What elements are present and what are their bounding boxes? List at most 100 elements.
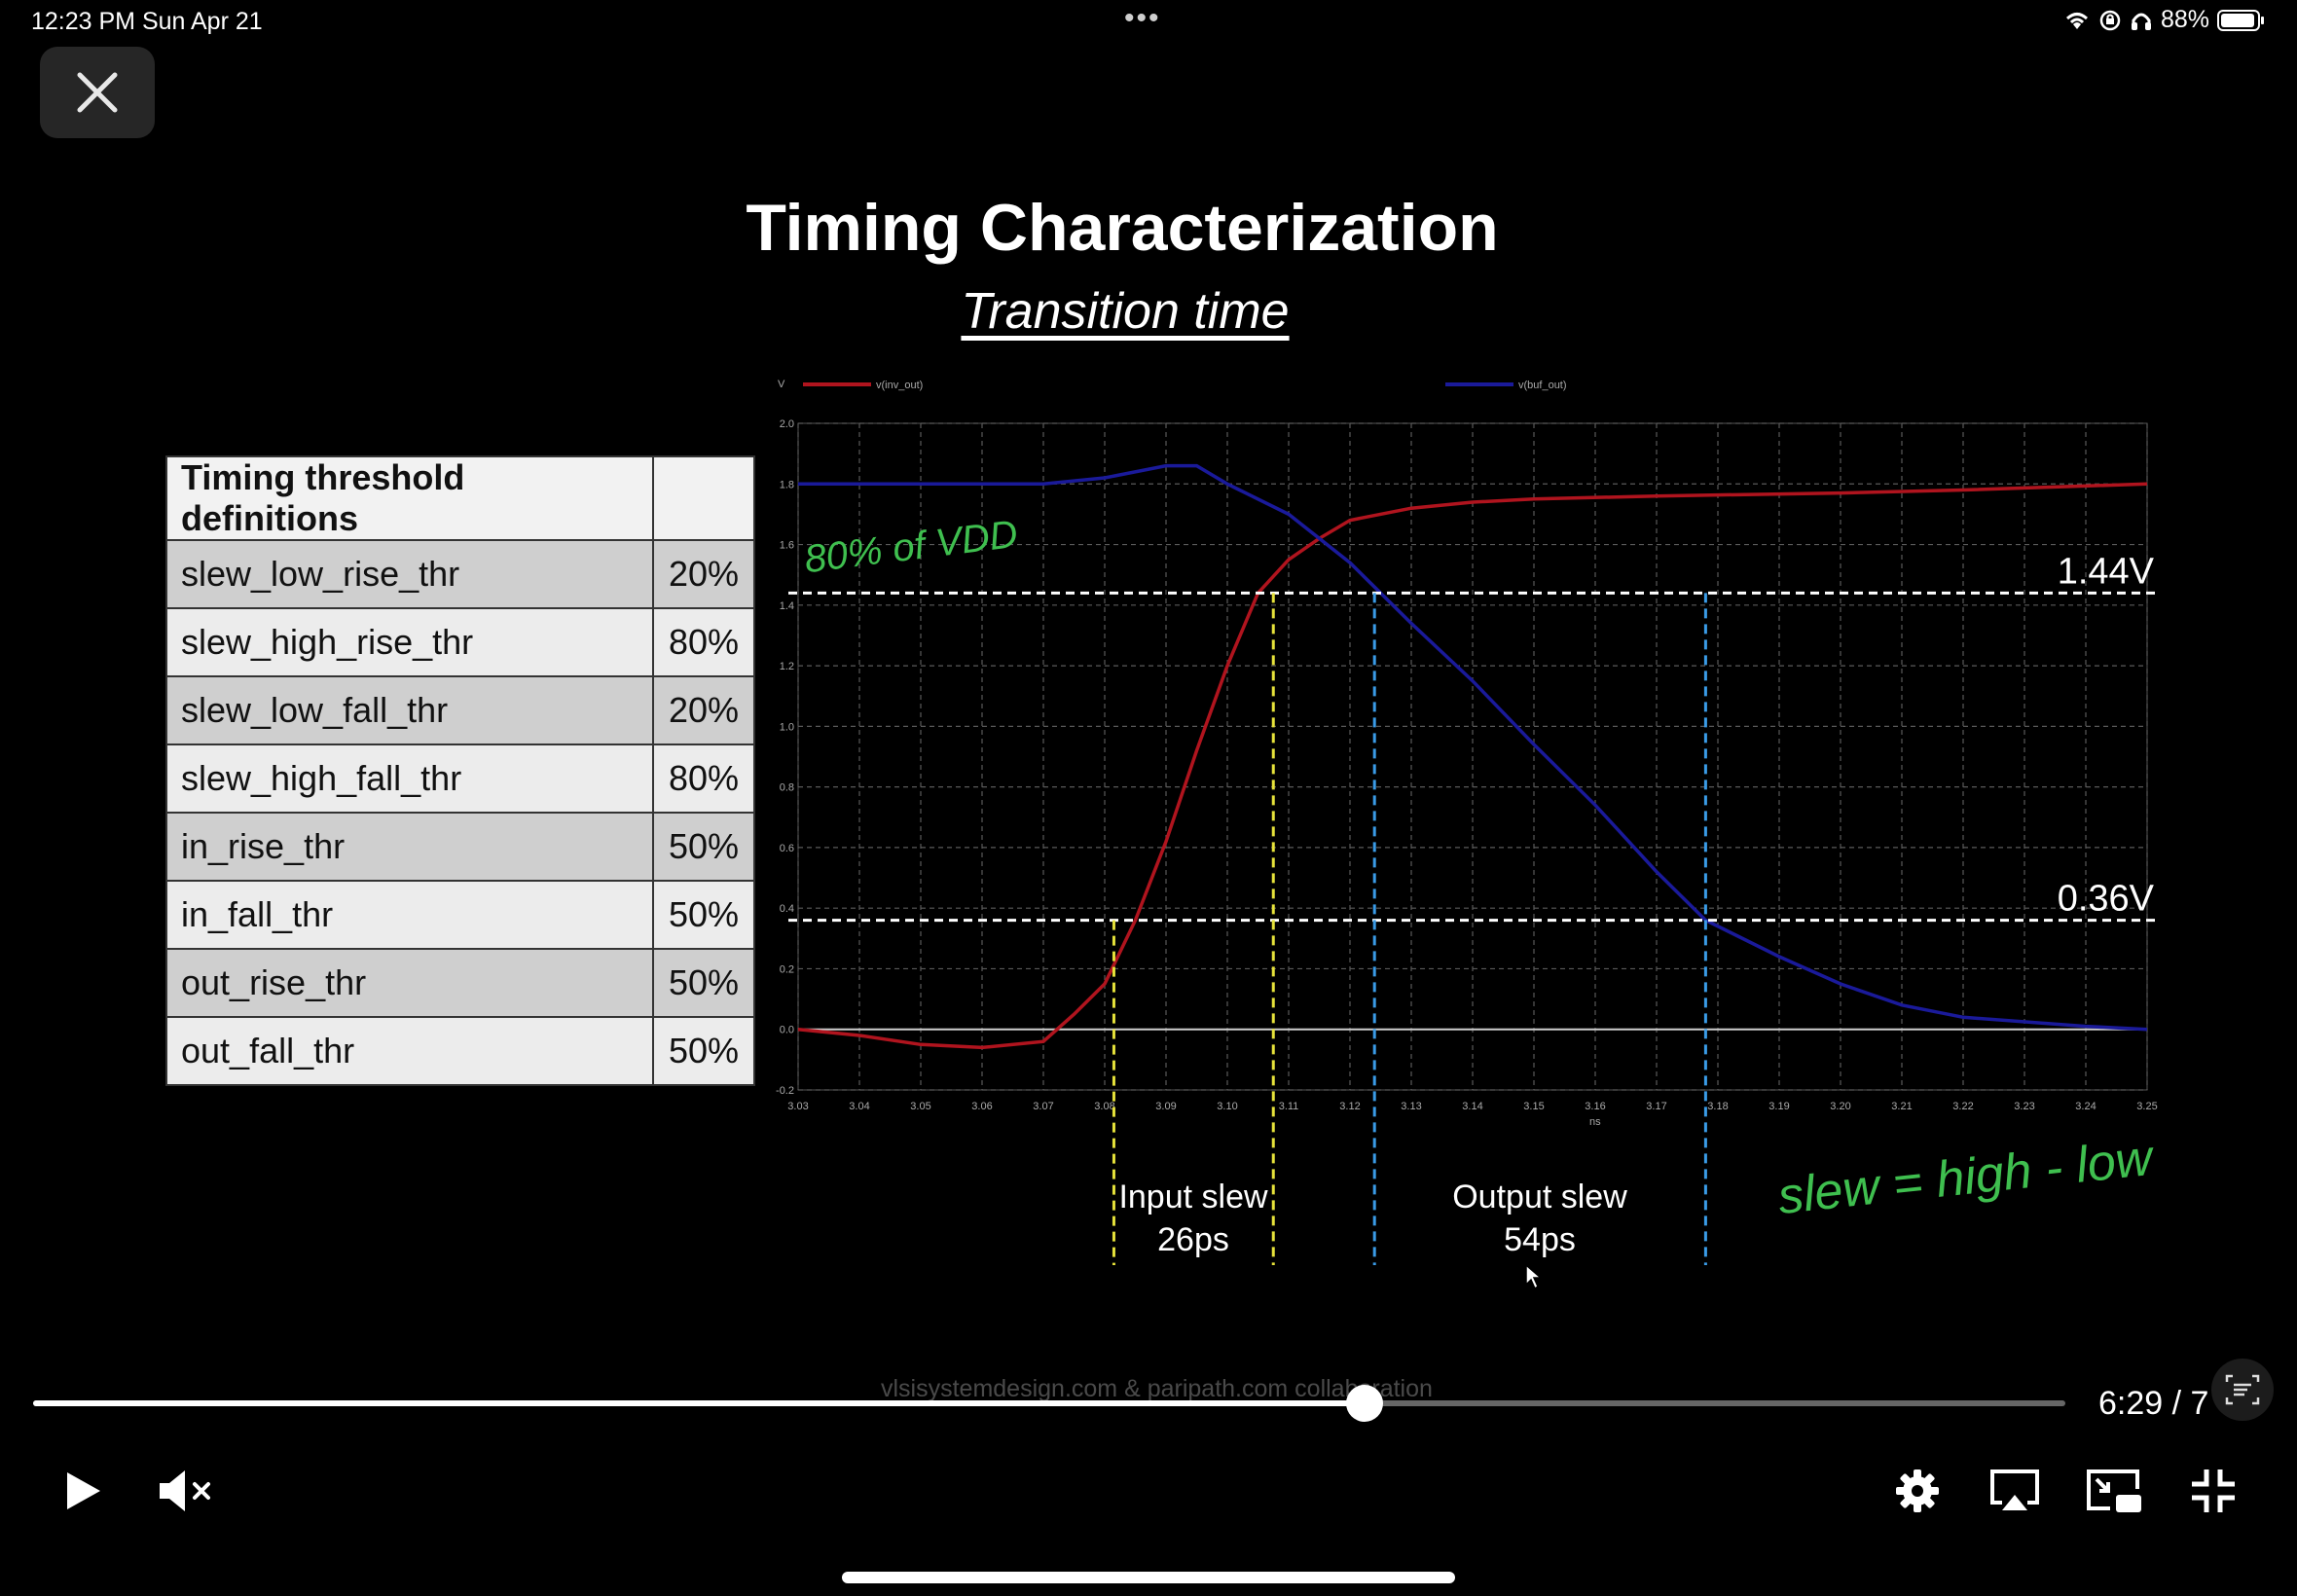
input-slew-annotation: Input slew 26ps: [1110, 1176, 1277, 1261]
x-tick-label: 3.23: [2014, 1101, 2034, 1112]
threshold-name: slew_high_fall_thr: [165, 744, 654, 814]
y-tick-label: -0.2: [776, 1085, 794, 1097]
mute-icon: [160, 1470, 210, 1511]
status-indicators: 88%: [2063, 6, 2266, 34]
x-tick-label: 3.04: [849, 1101, 869, 1112]
x-tick-label: 3.09: [1155, 1101, 1176, 1112]
y-tick-label: 0.8: [780, 782, 794, 794]
table-header-value: [652, 455, 755, 541]
airplay-icon: [1990, 1469, 2039, 1510]
legend-label: v(inv_out): [876, 380, 923, 391]
wifi-icon: [2063, 10, 2091, 31]
x-tick-label: 3.25: [2136, 1101, 2157, 1112]
mouse-cursor-icon: [1525, 1263, 1544, 1290]
y-tick-label: 0.4: [780, 903, 794, 915]
y-tick-label: 1.8: [780, 479, 794, 490]
threshold-value: 20%: [652, 675, 755, 745]
x-tick-label: 3.24: [2075, 1101, 2096, 1112]
table-row: slew_high_rise_thr 80%: [165, 607, 755, 677]
table-row: out_rise_thr 50%: [165, 948, 755, 1018]
y-tick-label: 1.6: [780, 540, 794, 552]
table-row: in_fall_thr 50%: [165, 880, 755, 950]
threshold-name: out_fall_thr: [165, 1016, 654, 1086]
y-axis-label: V: [778, 379, 785, 390]
status-time: 12:23 PM Sun Apr 21: [31, 8, 263, 35]
y-tick-label: 0.6: [780, 843, 794, 854]
x-axis-label: ns: [1589, 1116, 1601, 1128]
input-slew-label: Input slew: [1118, 1179, 1268, 1215]
exit-fullscreen-icon: [2192, 1469, 2235, 1512]
mute-button[interactable]: [154, 1462, 218, 1520]
play-icon: [67, 1472, 100, 1509]
slide-subtitle: Transition time: [961, 283, 1290, 340]
y-tick-label: 0.0: [780, 1025, 794, 1036]
play-button[interactable]: [54, 1462, 112, 1520]
threshold-name: slew_low_fall_thr: [165, 675, 654, 745]
threshold-name: slew_high_rise_thr: [165, 607, 654, 677]
exit-fullscreen-button[interactable]: [2182, 1462, 2244, 1520]
x-tick-label: 3.16: [1585, 1101, 1605, 1112]
y-tick-label: 1.2: [780, 661, 794, 672]
x-tick-label: 3.18: [1707, 1101, 1728, 1112]
table-row: slew_low_fall_thr 20%: [165, 675, 755, 745]
table-header-cell: Timing threshold definitions: [165, 455, 654, 541]
threshold-table: Timing threshold definitions slew_low_ri…: [165, 455, 755, 1086]
close-button[interactable]: [40, 47, 155, 138]
y-tick-label: 0.2: [780, 963, 794, 975]
reference-label: 1.44V: [2058, 551, 2155, 592]
threshold-name: out_rise_thr: [165, 948, 654, 1018]
threshold-name: slew_low_rise_thr: [165, 539, 654, 609]
table-row: out_fall_thr 50%: [165, 1016, 755, 1086]
legend-label: v(buf_out): [1518, 380, 1567, 391]
table-header-row: Timing threshold definitions: [165, 455, 755, 541]
table-row: in_rise_thr 50%: [165, 812, 755, 882]
y-tick-label: 2.0: [780, 418, 794, 430]
progress-thumb[interactable]: [1345, 1385, 1383, 1422]
captions-icon: [2225, 1374, 2260, 1405]
x-tick-label: 3.03: [787, 1101, 808, 1112]
input-slew-value: 26ps: [1157, 1221, 1229, 1258]
picture-in-picture-button[interactable]: [2083, 1462, 2145, 1520]
y-tick-label: 1.4: [780, 600, 794, 612]
home-indicator[interactable]: [842, 1572, 1455, 1583]
headphones-icon: [2130, 9, 2153, 32]
x-tick-label: 3.08: [1094, 1101, 1114, 1112]
slide-title: Timing Characterization: [746, 191, 1499, 265]
x-tick-label: 3.05: [910, 1101, 930, 1112]
multitasking-dots-icon[interactable]: •••: [1124, 2, 1161, 35]
x-tick-label: 3.20: [1830, 1101, 1850, 1112]
x-tick-label: 3.22: [1952, 1101, 1973, 1112]
threshold-value: 50%: [652, 880, 755, 950]
output-slew-annotation: Output slew 54ps: [1423, 1176, 1657, 1261]
reference-label: 0.36V: [2058, 879, 2155, 920]
output-slew-label: Output slew: [1452, 1179, 1627, 1215]
x-tick-label: 3.21: [1891, 1101, 1912, 1112]
battery-percent: 88%: [2160, 6, 2209, 33]
x-tick-label: 3.17: [1646, 1101, 1666, 1112]
settings-button[interactable]: [1888, 1462, 1947, 1520]
table-row: slew_low_rise_thr 20%: [165, 539, 755, 609]
x-tick-label: 3.07: [1033, 1101, 1053, 1112]
x-tick-label: 3.06: [971, 1101, 992, 1112]
output-slew-value: 54ps: [1504, 1221, 1576, 1258]
settings-icon: [1896, 1469, 1939, 1512]
x-tick-label: 3.11: [1279, 1101, 1299, 1112]
close-icon: [77, 72, 118, 113]
x-tick-label: 3.12: [1339, 1101, 1360, 1112]
threshold-value: 50%: [652, 812, 755, 882]
threshold-value: 80%: [652, 607, 755, 677]
x-tick-label: 3.13: [1401, 1101, 1421, 1112]
progress-fill: [33, 1400, 1365, 1406]
picture-in-picture-icon: [2087, 1469, 2141, 1512]
y-tick-label: 1.0: [780, 721, 794, 733]
x-tick-label: 3.15: [1523, 1101, 1544, 1112]
x-tick-label: 3.14: [1462, 1101, 1482, 1112]
airplay-button[interactable]: [1984, 1462, 2046, 1520]
threshold-name: in_fall_thr: [165, 880, 654, 950]
time-label: 6:29 / 7: [2098, 1385, 2209, 1422]
x-tick-label: 3.10: [1217, 1101, 1237, 1112]
table-row: slew_high_fall_thr 80%: [165, 744, 755, 814]
threshold-name: in_rise_thr: [165, 812, 654, 882]
threshold-value: 80%: [652, 744, 755, 814]
captions-button[interactable]: [2211, 1359, 2274, 1421]
